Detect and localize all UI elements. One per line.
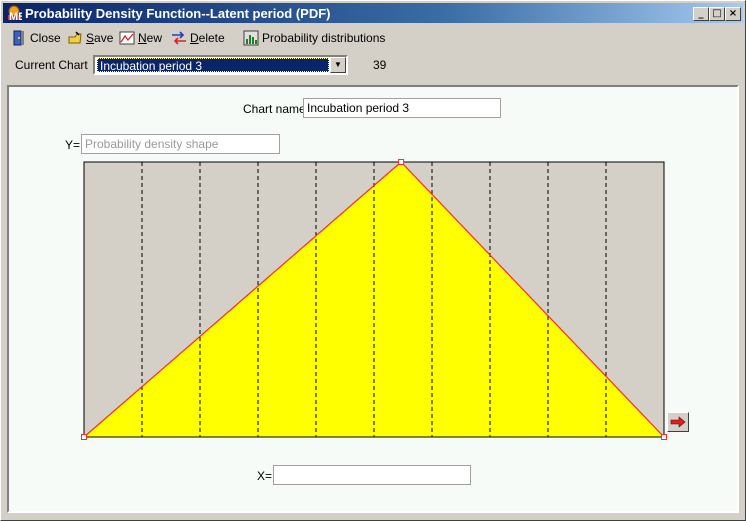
delete-button[interactable]: Delete: [171, 29, 225, 47]
pdf-chart[interactable]: 01.503.004.506.007.509.0012.0015.00: [9, 87, 737, 447]
current-chart-row: Current Chart Incubation period 3 ▼ 39: [1, 53, 745, 77]
current-chart-label: Current Chart: [15, 58, 88, 72]
next-arrow-button[interactable]: [667, 412, 689, 432]
arrow-right-icon: [670, 416, 686, 428]
save-button[interactable]: Save: [67, 29, 113, 47]
close-door-icon: [13, 30, 24, 46]
new-button-label: New: [138, 31, 163, 45]
save-icon: [68, 31, 82, 44]
pdf-window: MED Probability Density Function--Latent…: [0, 0, 746, 521]
minimize-button[interactable]: _: [693, 7, 709, 21]
x-label: X=: [257, 469, 273, 483]
save-button-label: Save: [86, 31, 114, 45]
app-icon: MED: [8, 5, 22, 21]
control-point-1: [398, 159, 405, 165]
x-formula-input[interactable]: [273, 465, 471, 485]
close-button-label: Close: [30, 31, 61, 45]
delete-button-label: Delete: [190, 31, 225, 45]
close-window-button[interactable]: ×: [725, 7, 741, 21]
window-title: Probability Density Function--Latent per…: [25, 6, 331, 21]
title-bar[interactable]: MED Probability Density Function--Latent…: [3, 3, 743, 23]
toolbar: Close Save New Delete Probability distri…: [1, 27, 745, 49]
new-chart-icon: [119, 31, 135, 45]
control-point-0: [81, 434, 87, 440]
chevron-down-icon[interactable]: ▼: [330, 57, 346, 73]
maximize-button[interactable]: □: [709, 7, 725, 21]
probability-distributions-label: Probability distributions: [262, 31, 386, 45]
chart-count: 39: [373, 58, 387, 72]
delete-icon: [172, 31, 186, 45]
svg-text:MED: MED: [9, 11, 22, 21]
distributions-icon: [243, 30, 259, 46]
close-button[interactable]: Close: [11, 29, 61, 47]
new-button[interactable]: New: [119, 29, 162, 47]
current-chart-selected: Incubation period 3: [97, 58, 329, 73]
chart-panel: Chart name: Y= 01.503.004.506.007.509.00…: [7, 85, 739, 513]
control-point-2: [661, 434, 667, 440]
current-chart-select[interactable]: Incubation period 3 ▼: [93, 55, 348, 75]
probability-distributions-button[interactable]: Probability distributions: [243, 29, 385, 47]
